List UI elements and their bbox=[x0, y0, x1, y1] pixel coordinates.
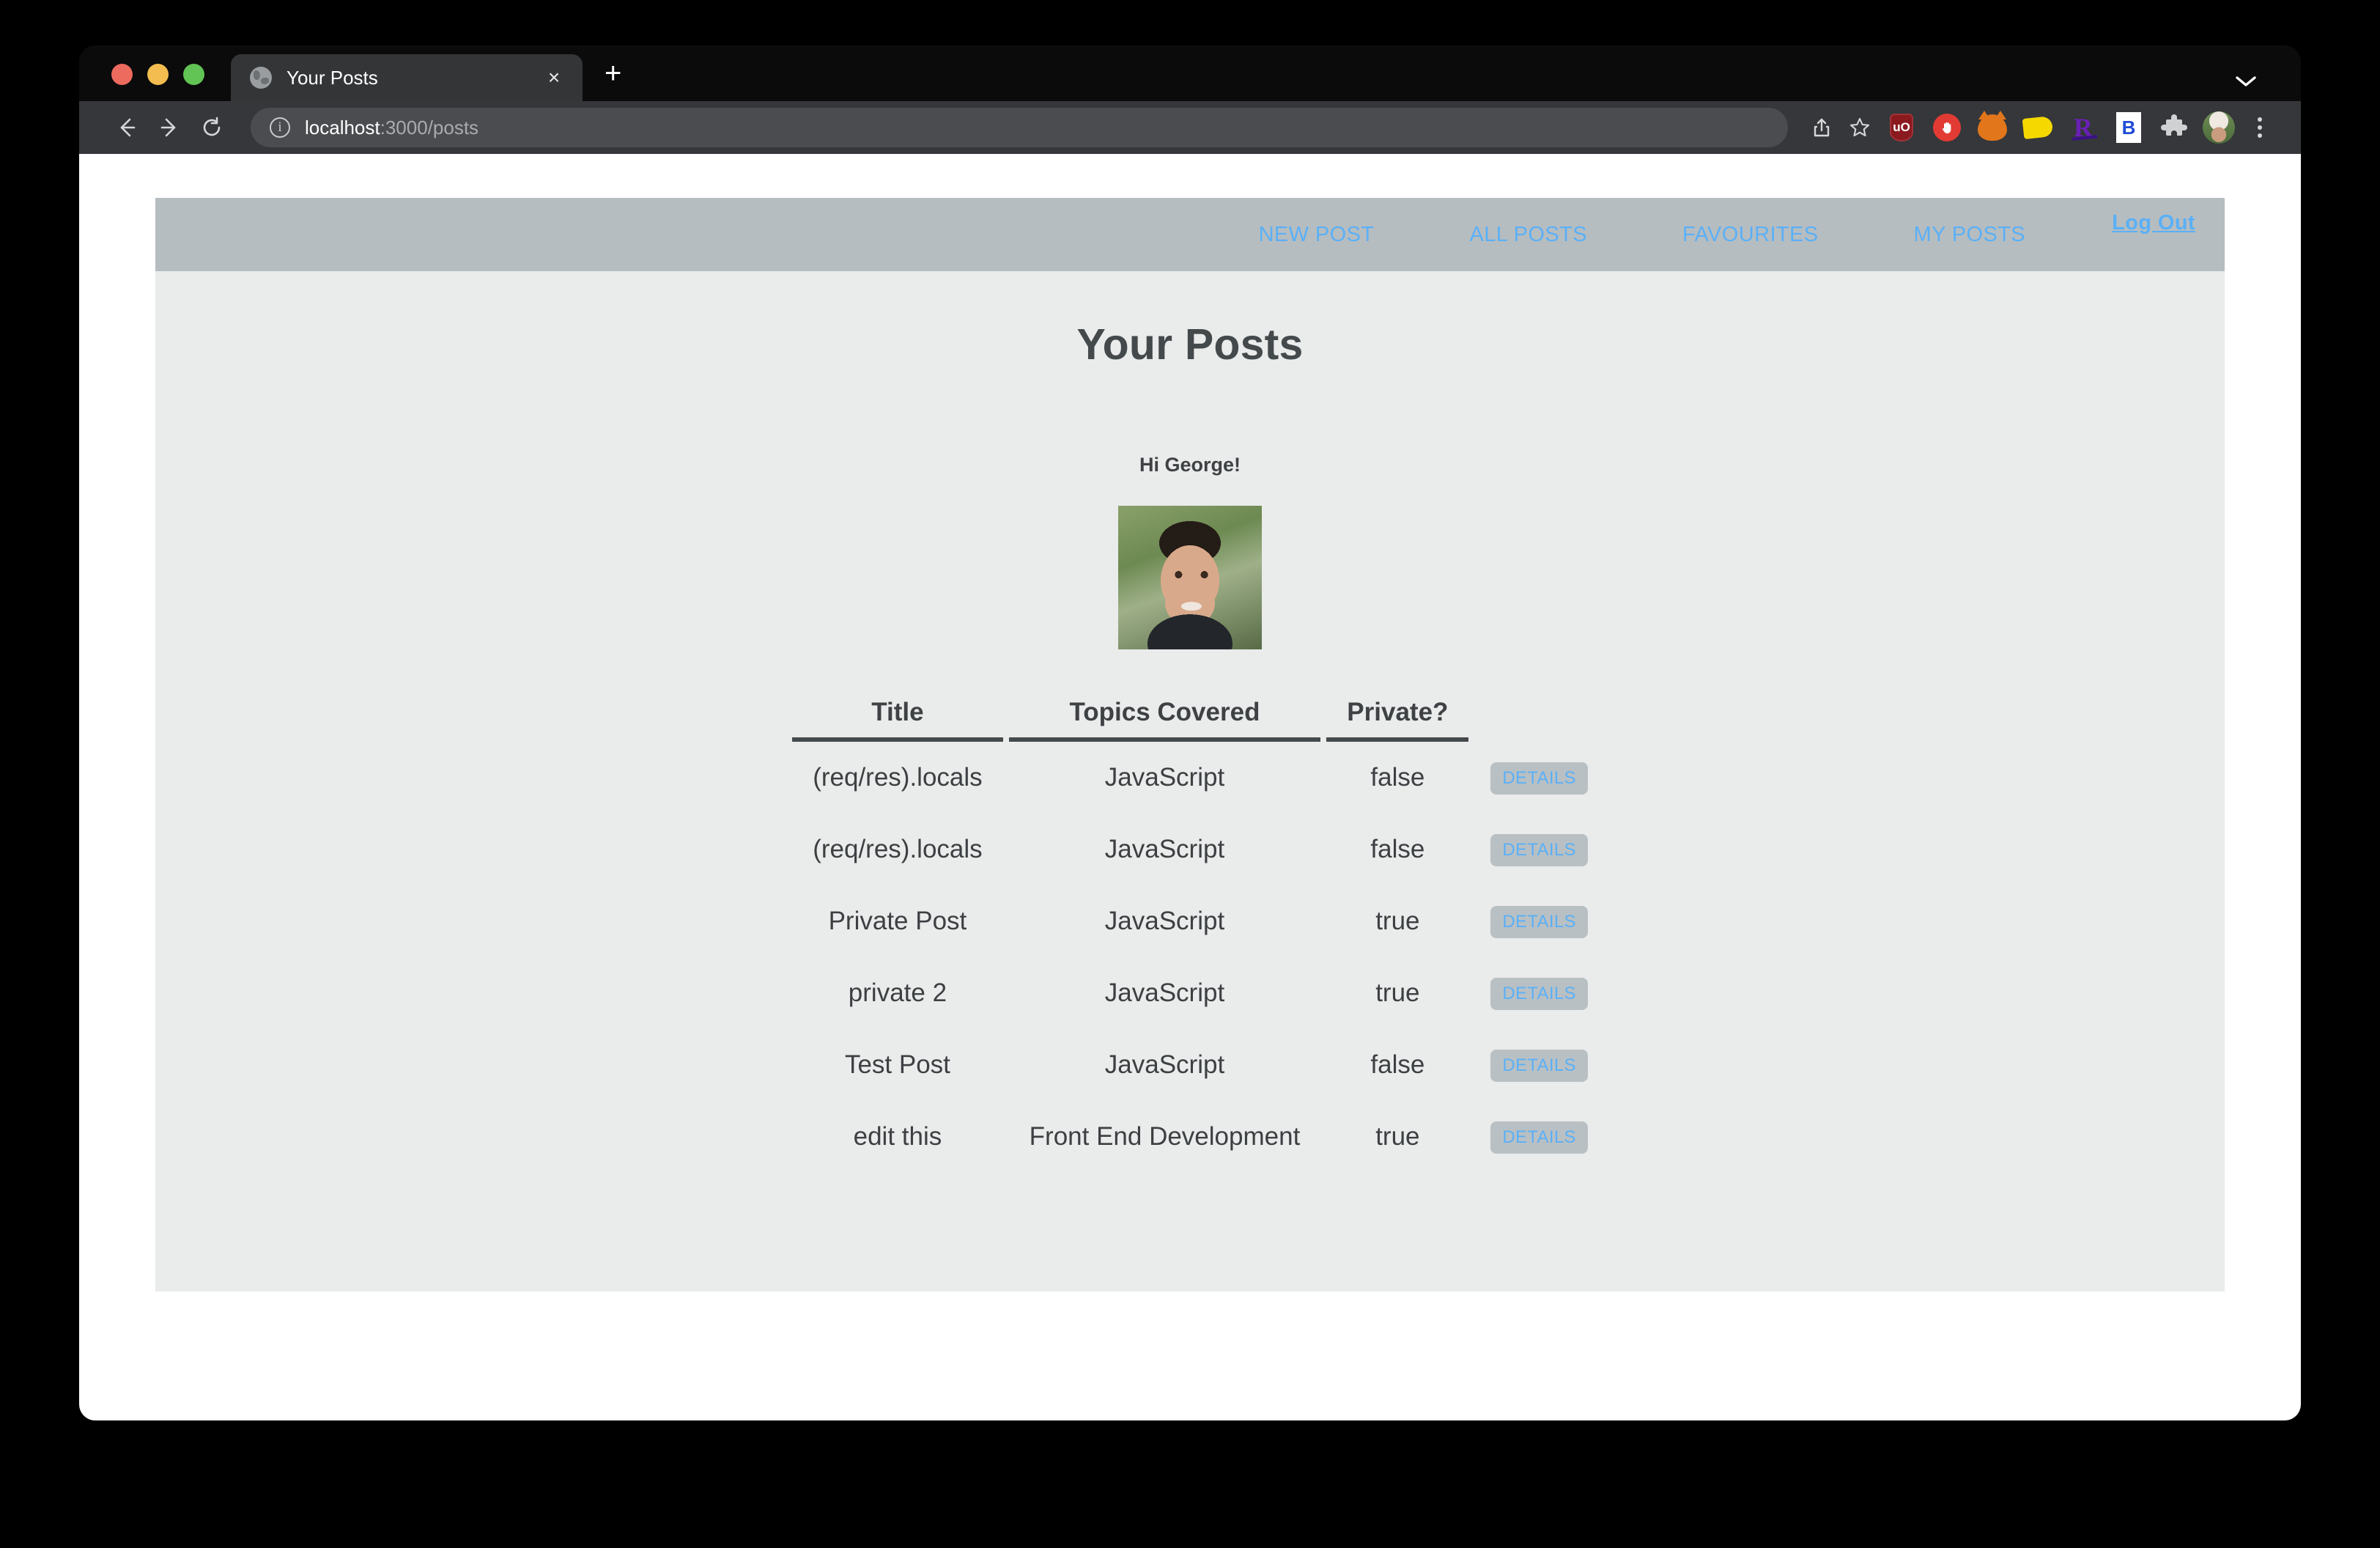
ublock-origin-icon[interactable]: uO bbox=[1883, 109, 1920, 146]
cell-private: false bbox=[1326, 742, 1468, 814]
cell-actions: DETAILS bbox=[1474, 814, 1587, 885]
greeting-text: Hi George! bbox=[155, 454, 2225, 476]
cell-topic: Front End Development bbox=[1009, 1101, 1321, 1173]
details-button[interactable]: DETAILS bbox=[1490, 1050, 1587, 1082]
adblock-badge bbox=[1933, 114, 1961, 141]
cell-topic: JavaScript bbox=[1009, 742, 1321, 814]
close-window-button[interactable] bbox=[111, 64, 133, 85]
ublock-badge: uO bbox=[1890, 114, 1913, 141]
table-row: Private Post JavaScript true DETAILS bbox=[792, 885, 1588, 957]
cell-title: Private Post bbox=[792, 885, 1002, 957]
nav-new-post[interactable]: NEW POST bbox=[1259, 223, 1375, 247]
cell-private: true bbox=[1326, 1101, 1468, 1173]
page-wrapper: NEW POST ALL POSTS FAVOURITES MY POSTS L… bbox=[155, 198, 2225, 1291]
cell-title: (req/res).locals bbox=[792, 814, 1002, 885]
page-title: Your Posts bbox=[155, 320, 2225, 369]
tag-icon[interactable] bbox=[2019, 109, 2056, 146]
column-header-private: Private? bbox=[1326, 698, 1468, 742]
browser-window: Your Posts × + i localhost:3000/posts bbox=[79, 45, 2301, 1420]
page-viewport: NEW POST ALL POSTS FAVOURITES MY POSTS L… bbox=[79, 154, 2301, 1420]
cell-topic: JavaScript bbox=[1009, 814, 1321, 885]
tab-strip: Your Posts × + bbox=[79, 45, 2301, 101]
table-row: Test Post JavaScript false DETAILS bbox=[792, 1029, 1588, 1101]
chevron-down-icon[interactable] bbox=[2235, 75, 2257, 88]
browser-toolbar: i localhost:3000/posts uO bbox=[79, 101, 2301, 154]
maximize-window-button[interactable] bbox=[183, 64, 204, 85]
window-controls bbox=[98, 64, 204, 101]
adblock-icon[interactable] bbox=[1929, 109, 1965, 146]
cell-title: private 2 bbox=[792, 957, 1002, 1029]
back-icon[interactable] bbox=[106, 106, 148, 149]
cell-actions: DETAILS bbox=[1474, 742, 1587, 814]
table-row: (req/res).locals JavaScript false DETAIL… bbox=[792, 742, 1588, 814]
nav-all-posts[interactable]: ALL POSTS bbox=[1469, 223, 1586, 247]
site-navbar: NEW POST ALL POSTS FAVOURITES MY POSTS L… bbox=[155, 198, 2225, 271]
profile-avatar[interactable] bbox=[2203, 111, 2235, 144]
posts-table-head: Title Topics Covered Private? bbox=[792, 698, 1588, 742]
url-text: localhost:3000/posts bbox=[305, 117, 478, 139]
details-button[interactable]: DETAILS bbox=[1490, 906, 1587, 938]
close-icon[interactable]: × bbox=[542, 67, 566, 88]
metamask-fox bbox=[1978, 114, 2007, 141]
column-header-actions bbox=[1474, 698, 1587, 742]
bookmark-star-icon[interactable] bbox=[1841, 108, 1879, 147]
details-button[interactable]: DETAILS bbox=[1490, 978, 1587, 1010]
cell-private: true bbox=[1326, 885, 1468, 957]
details-button[interactable]: DETAILS bbox=[1490, 1121, 1587, 1154]
cell-private: true bbox=[1326, 957, 1468, 1029]
table-row: (req/res).locals JavaScript false DETAIL… bbox=[792, 814, 1588, 885]
bitwarden-icon[interactable]: B bbox=[2110, 109, 2147, 146]
profile-photo bbox=[1118, 506, 1262, 649]
metamask-icon[interactable] bbox=[1974, 109, 2011, 146]
posts-table-body: (req/res).locals JavaScript false DETAIL… bbox=[792, 742, 1588, 1173]
browser-tab[interactable]: Your Posts × bbox=[231, 54, 583, 101]
column-header-topics: Topics Covered bbox=[1009, 698, 1321, 742]
tab-title: Your Posts bbox=[287, 67, 527, 89]
nav-favourites[interactable]: FAVOURITES bbox=[1682, 223, 1819, 247]
new-tab-button[interactable]: + bbox=[605, 59, 621, 101]
cell-topic: JavaScript bbox=[1009, 1029, 1321, 1101]
cell-actions: DETAILS bbox=[1474, 1029, 1587, 1101]
cell-title: Test Post bbox=[792, 1029, 1002, 1101]
info-icon[interactable]: i bbox=[270, 117, 290, 138]
cell-actions: DETAILS bbox=[1474, 885, 1587, 957]
cell-topic: JavaScript bbox=[1009, 957, 1321, 1029]
forward-icon[interactable] bbox=[148, 106, 191, 149]
kebab-dots bbox=[2258, 117, 2262, 138]
toolbar-right-group: uO R B bbox=[1803, 108, 2279, 147]
page-content: Your Posts Hi George! Title Topics Cover… bbox=[155, 271, 2225, 1291]
nav-my-posts[interactable]: MY POSTS bbox=[1914, 223, 2026, 247]
table-row: edit this Front End Development true DET… bbox=[792, 1101, 1588, 1173]
url-host: localhost bbox=[305, 117, 380, 139]
posts-table: Title Topics Covered Private? (req/res).… bbox=[786, 698, 1594, 1173]
cell-actions: DETAILS bbox=[1474, 1101, 1587, 1173]
column-header-title: Title bbox=[792, 698, 1002, 742]
menu-kebab-icon[interactable] bbox=[2241, 108, 2279, 147]
cell-topic: JavaScript bbox=[1009, 885, 1321, 957]
globe-icon bbox=[250, 67, 272, 89]
table-header-row: Title Topics Covered Private? bbox=[792, 698, 1588, 742]
tag-shape bbox=[2022, 116, 2054, 139]
bitwarden-badge: B bbox=[2116, 112, 2141, 143]
cell-private: false bbox=[1326, 814, 1468, 885]
cell-actions: DETAILS bbox=[1474, 957, 1587, 1029]
url-path: :3000/posts bbox=[380, 117, 478, 139]
nav-log-out[interactable]: Log Out bbox=[2112, 211, 2195, 235]
share-icon[interactable] bbox=[1803, 108, 1841, 147]
cell-title: edit this bbox=[792, 1101, 1002, 1173]
cell-private: false bbox=[1326, 1029, 1468, 1101]
details-button[interactable]: DETAILS bbox=[1490, 834, 1587, 866]
table-row: private 2 JavaScript true DETAILS bbox=[792, 957, 1588, 1029]
extensions-puzzle-icon[interactable] bbox=[2156, 109, 2192, 146]
details-button[interactable]: DETAILS bbox=[1490, 762, 1587, 795]
rakuten-badge: R bbox=[2074, 114, 2093, 141]
rakuten-icon[interactable]: R bbox=[2065, 109, 2102, 146]
cell-title: (req/res).locals bbox=[792, 742, 1002, 814]
address-bar[interactable]: i localhost:3000/posts bbox=[251, 108, 1788, 147]
minimize-window-button[interactable] bbox=[147, 64, 169, 85]
reload-icon[interactable] bbox=[191, 106, 233, 149]
